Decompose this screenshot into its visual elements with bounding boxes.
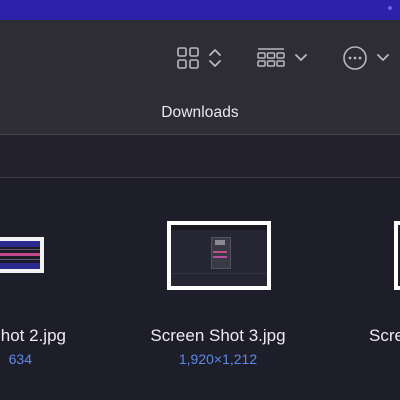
file-item[interactable]: hot 2.jpg 634 — [0, 178, 100, 400]
file-dimensions: 1,920×1,212 — [178, 351, 258, 367]
view-mode-button[interactable] — [176, 44, 222, 72]
file-grid: hot 2.jpg 634 Screen Shot 3.jpg 1,920×1,… — [0, 178, 400, 400]
file-thumbnail — [167, 221, 271, 290]
file-name: hot 2.jpg — [0, 326, 66, 345]
path-bar — [0, 135, 400, 178]
desktop-background-strip — [0, 0, 400, 20]
file-item[interactable]: Scre — [340, 178, 400, 400]
icon-grid-view-icon — [176, 46, 200, 70]
finder-toolbar: Downloads — [0, 20, 400, 135]
group-by-button[interactable] — [256, 44, 308, 72]
more-actions-button[interactable] — [342, 44, 390, 72]
file-name: Scre — [369, 326, 400, 345]
group-by-icon — [256, 46, 286, 70]
window-title: Downloads — [161, 104, 239, 121]
chevron-down-icon — [376, 51, 390, 65]
file-dimensions: 634 — [8, 351, 32, 367]
more-ellipsis-icon — [342, 45, 368, 71]
status-dot — [388, 6, 392, 10]
file-thumbnail — [0, 237, 44, 273]
file-item[interactable]: Screen Shot 3.jpg 1,920×1,212 — [118, 178, 318, 400]
chevron-down-icon — [294, 51, 308, 65]
file-thumbnail — [394, 221, 400, 290]
file-name: Screen Shot 3.jpg — [150, 326, 286, 345]
chevron-updown-icon — [208, 47, 222, 69]
